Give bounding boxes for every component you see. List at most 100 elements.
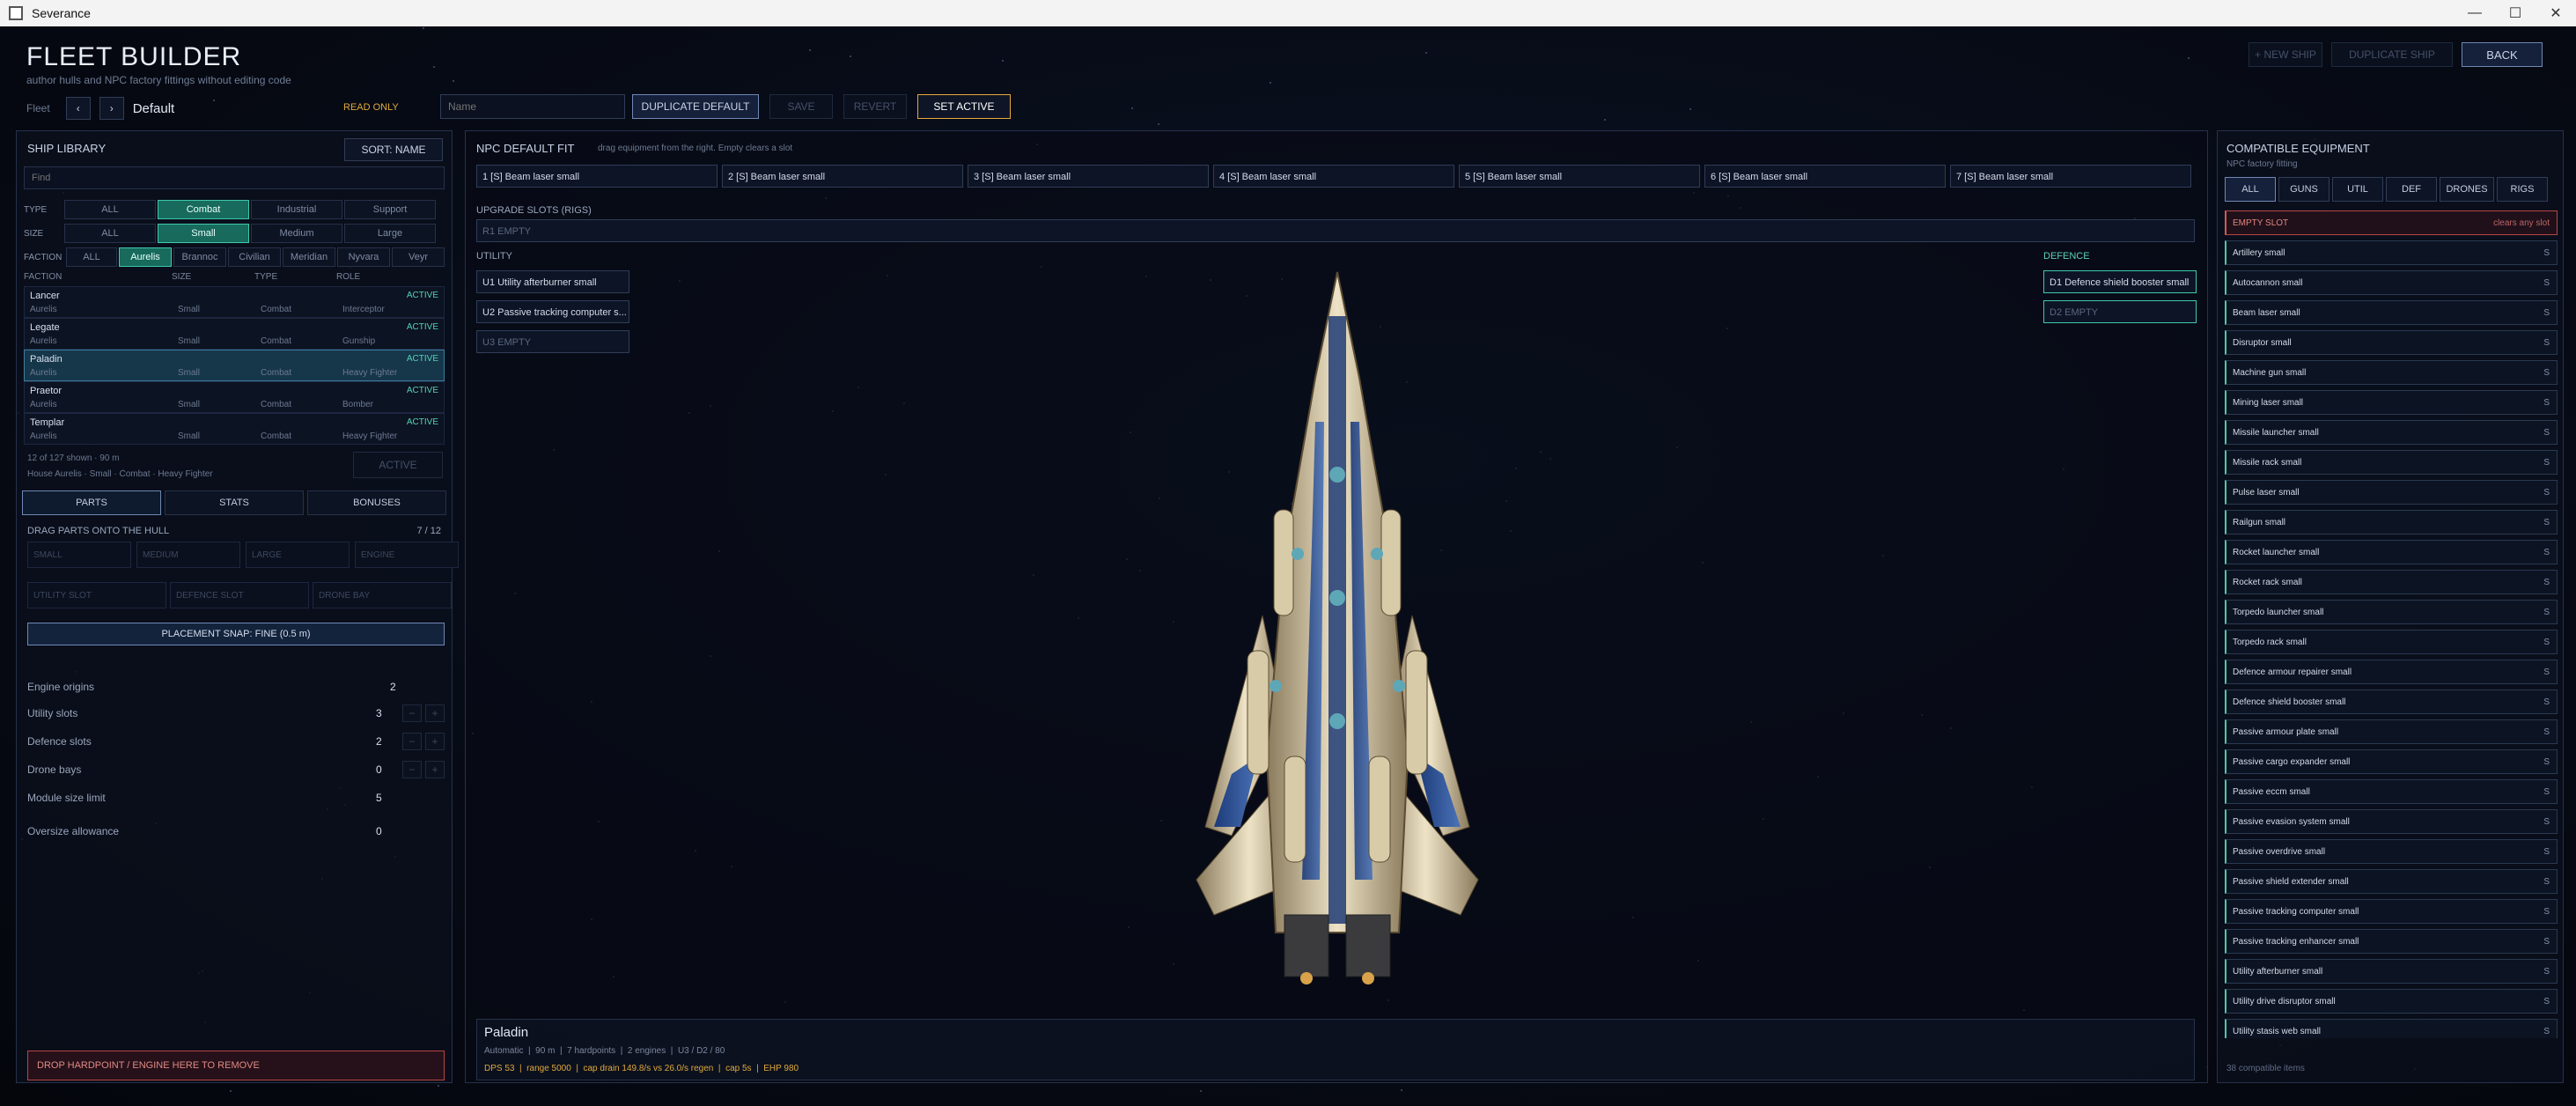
size-option[interactable]: Medium bbox=[251, 224, 342, 243]
fleet-next-button[interactable]: › bbox=[99, 97, 124, 120]
faction-option[interactable]: Brannoc bbox=[173, 247, 226, 267]
placement-snap-button[interactable]: PLACEMENT SNAP: FINE (0.5 m) bbox=[27, 623, 445, 645]
utility-slot[interactable]: U3 EMPTY bbox=[476, 330, 629, 353]
weapon-slot[interactable]: 7 [S] Beam laser small bbox=[1950, 165, 2191, 188]
equipment-item[interactable]: Passive armour plate small S bbox=[2225, 719, 2558, 744]
defence-slot-button[interactable]: DEFENCE SLOT bbox=[170, 582, 309, 608]
equipment-item[interactable]: Missile rack small S bbox=[2225, 450, 2558, 475]
size-option[interactable]: Large bbox=[344, 224, 436, 243]
save-button[interactable]: SAVE bbox=[769, 94, 833, 119]
utility-slot[interactable]: U2 Passive tracking computer s... bbox=[476, 300, 629, 323]
equipment-item[interactable]: Defence armour repairer small S bbox=[2225, 660, 2558, 684]
type-option[interactable]: Industrial bbox=[251, 200, 342, 219]
close-button[interactable]: ✕ bbox=[2536, 0, 2576, 26]
tab-bonuses[interactable]: BONUSES bbox=[307, 490, 446, 515]
tab-stats[interactable]: STATS bbox=[165, 490, 304, 515]
weapon-slot[interactable]: 4 [S] Beam laser small bbox=[1213, 165, 1454, 188]
faction-option[interactable]: Meridian bbox=[283, 247, 335, 267]
back-button[interactable]: BACK bbox=[2462, 42, 2543, 67]
faction-option[interactable]: Nyvara bbox=[337, 247, 390, 267]
weapon-slot[interactable]: 2 [S] Beam laser small bbox=[722, 165, 963, 188]
type-option[interactable]: Combat bbox=[158, 200, 249, 219]
weapon-slot[interactable]: 1 [S] Beam laser small bbox=[476, 165, 718, 188]
filter-guns[interactable]: GUNS bbox=[2278, 177, 2329, 202]
fleet-prev-button[interactable]: ‹ bbox=[65, 97, 91, 120]
equipment-item[interactable]: Rocket launcher small S bbox=[2225, 540, 2558, 564]
drone-bay-button[interactable]: DRONE BAY bbox=[313, 582, 452, 608]
equipment-item[interactable]: Utility drive disruptor small S bbox=[2225, 989, 2558, 1014]
size-option[interactable]: Small bbox=[158, 224, 249, 243]
filter-def[interactable]: DEF bbox=[2386, 177, 2437, 202]
set-active-button[interactable]: SET ACTIVE bbox=[917, 94, 1011, 119]
defence-slot[interactable]: D1 Defence shield booster small bbox=[2043, 270, 2197, 293]
decrement-button[interactable]: − bbox=[402, 761, 422, 778]
type-option[interactable]: ALL bbox=[64, 200, 156, 219]
rig-slot-1[interactable]: R1 EMPTY bbox=[476, 219, 2195, 242]
part-large-button[interactable]: LARGE bbox=[246, 542, 350, 568]
utility-slot-button[interactable]: UTILITY SLOT bbox=[27, 582, 166, 608]
filter-rigs[interactable]: RIGS bbox=[2497, 177, 2548, 202]
equipment-item[interactable]: Torpedo rack small S bbox=[2225, 630, 2558, 654]
maximize-button[interactable]: ☐ bbox=[2495, 0, 2536, 26]
duplicate-ship-button[interactable]: DUPLICATE SHIP bbox=[2331, 42, 2453, 67]
ship-list-item[interactable]: Templar ACTIVE Aurelis Small Combat Heavy Fig… bbox=[24, 413, 445, 445]
equipment-item[interactable]: Disruptor small S bbox=[2225, 330, 2558, 355]
part-engine-button[interactable]: ENGINE bbox=[355, 542, 459, 568]
equipment-item[interactable]: Utility afterburner small S bbox=[2225, 959, 2558, 984]
equipment-item[interactable]: Mining laser small S bbox=[2225, 390, 2558, 415]
sort-button[interactable]: SORT: NAME bbox=[344, 138, 443, 161]
active-button[interactable]: ACTIVE bbox=[353, 452, 443, 478]
faction-option[interactable]: Veyr bbox=[392, 247, 445, 267]
equipment-item[interactable]: Passive overdrive small S bbox=[2225, 839, 2558, 864]
faction-option[interactable]: ALL bbox=[66, 247, 117, 267]
equipment-item[interactable]: Torpedo launcher small S bbox=[2225, 600, 2558, 624]
increment-button[interactable]: + bbox=[425, 761, 445, 778]
equipment-item[interactable]: Missile launcher small S bbox=[2225, 420, 2558, 445]
equipment-item[interactable]: Defence shield booster small S bbox=[2225, 689, 2558, 714]
equipment-item[interactable]: Passive tracking enhancer small S bbox=[2225, 929, 2558, 954]
part-small-button[interactable]: SMALL bbox=[27, 542, 131, 568]
equipment-item[interactable]: Passive evasion system small S bbox=[2225, 809, 2558, 834]
type-option[interactable]: Support bbox=[344, 200, 436, 219]
minimize-button[interactable]: — bbox=[2455, 0, 2495, 26]
utility-slot[interactable]: U1 Utility afterburner small bbox=[476, 270, 629, 293]
increment-button[interactable]: + bbox=[425, 733, 445, 750]
size-option[interactable]: ALL bbox=[64, 224, 156, 243]
ship-list-item[interactable]: Paladin ACTIVE Aurelis Small Combat Heavy Fig… bbox=[24, 350, 445, 381]
duplicate-default-button[interactable]: DUPLICATE DEFAULT bbox=[632, 94, 759, 119]
equipment-item[interactable]: Pulse laser small S bbox=[2225, 480, 2558, 505]
ship-search-input[interactable] bbox=[24, 166, 445, 189]
tab-parts[interactable]: PARTS bbox=[22, 490, 161, 515]
ship-list-item[interactable]: Legate ACTIVE Aurelis Small Combat Gunship bbox=[24, 318, 445, 350]
increment-button[interactable]: + bbox=[425, 704, 445, 722]
equipment-item[interactable]: Artillery small S bbox=[2225, 240, 2558, 265]
equipment-item[interactable]: Utility stasis web small S bbox=[2225, 1019, 2558, 1038]
equipment-item[interactable]: Passive tracking computer small S bbox=[2225, 899, 2558, 924]
equipment-item[interactable]: Passive eccm small S bbox=[2225, 779, 2558, 804]
ship-list-item[interactable]: Lancer ACTIVE Aurelis Small Combat Intercepto… bbox=[24, 286, 445, 318]
equipment-item[interactable]: Passive cargo expander small S bbox=[2225, 749, 2558, 774]
equipment-item[interactable]: Beam laser small S bbox=[2225, 300, 2558, 325]
empty-slot-item[interactable]: EMPTY SLOT clears any slot bbox=[2225, 210, 2558, 235]
filter-util[interactable]: UTIL bbox=[2332, 177, 2383, 202]
filter-all[interactable]: ALL bbox=[2225, 177, 2276, 202]
decrement-button[interactable]: − bbox=[402, 733, 422, 750]
equipment-item[interactable]: Passive shield extender small S bbox=[2225, 869, 2558, 894]
weapon-slot[interactable]: 6 [S] Beam laser small bbox=[1704, 165, 1946, 188]
weapon-slot[interactable]: 3 [S] Beam laser small bbox=[968, 165, 1209, 188]
defence-slot[interactable]: D2 EMPTY bbox=[2043, 300, 2197, 323]
faction-option[interactable]: Civilian bbox=[228, 247, 281, 267]
faction-option[interactable]: Aurelis bbox=[119, 247, 172, 267]
equipment-item[interactable]: Rocket rack small S bbox=[2225, 570, 2558, 594]
part-medium-button[interactable]: MEDIUM bbox=[136, 542, 240, 568]
equipment-item[interactable]: Machine gun small S bbox=[2225, 360, 2558, 385]
equipment-item[interactable]: Autocannon small S bbox=[2225, 270, 2558, 295]
new-ship-button[interactable]: + NEW SHIP bbox=[2248, 42, 2322, 67]
revert-button[interactable]: REVERT bbox=[843, 94, 907, 119]
decrement-button[interactable]: − bbox=[402, 704, 422, 722]
ship-list-item[interactable]: Praetor ACTIVE Aurelis Small Combat Bomber bbox=[24, 381, 445, 413]
equipment-item[interactable]: Railgun small S bbox=[2225, 510, 2558, 535]
weapon-slot[interactable]: 5 [S] Beam laser small bbox=[1459, 165, 1700, 188]
remove-drop-zone[interactable]: DROP HARDPOINT / ENGINE HERE TO REMOVE bbox=[27, 1051, 445, 1080]
filter-drones[interactable]: DRONES bbox=[2440, 177, 2494, 202]
